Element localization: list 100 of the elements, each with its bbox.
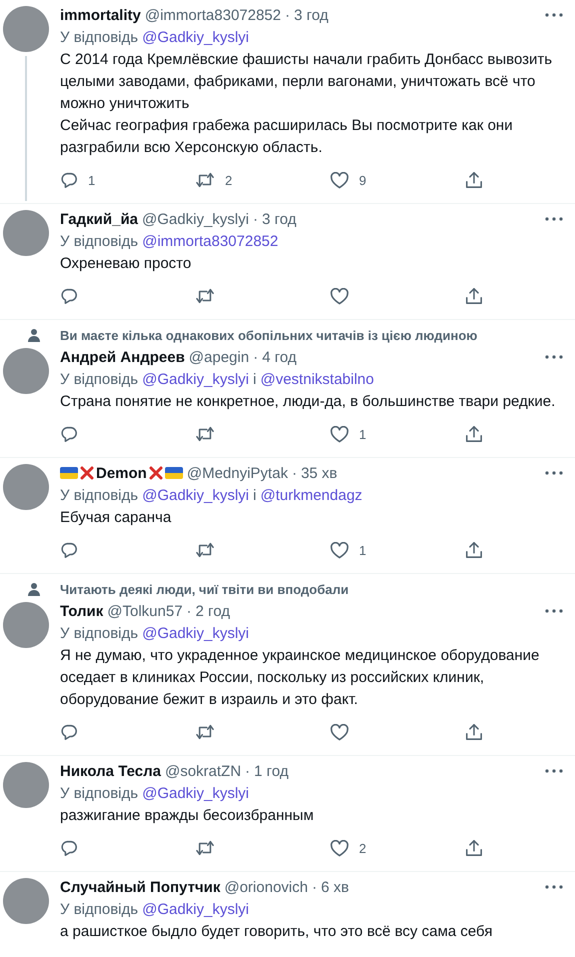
tweet-text: разжигание вражды бесоизбранным: [60, 806, 315, 826]
user-handle[interactable]: @apegin: [188, 348, 250, 366]
avatar[interactable]: [3, 878, 49, 924]
share-icon[interactable]: [465, 425, 483, 443]
conjunction-text: і: [253, 371, 256, 388]
share-icon[interactable]: [465, 171, 483, 189]
share-icon[interactable]: [465, 287, 483, 305]
user-name[interactable]: immortality: [60, 6, 141, 24]
heart-icon[interactable]: [330, 542, 349, 558]
reply-label: У відповідь: [60, 785, 138, 802]
separator-dot: ·: [285, 6, 290, 24]
user-handle[interactable]: @sokratZN: [164, 762, 242, 780]
reply-icon[interactable]: [60, 287, 78, 305]
reply-icon[interactable]: [60, 541, 78, 559]
timestamp[interactable]: 3 год: [262, 210, 296, 228]
avatar[interactable]: [3, 762, 49, 808]
user-handle[interactable]: @Gadkiy_kyslyi: [142, 210, 249, 228]
reply-label: У відповідь: [60, 487, 138, 504]
cross-icon: [148, 466, 163, 480]
more-icon[interactable]: [545, 609, 563, 613]
mention-link[interactable]: @immorta83072852: [142, 233, 278, 250]
user-name[interactable]: Андрей Андреев: [60, 348, 185, 366]
avatar[interactable]: [3, 464, 49, 510]
retweet-icon[interactable]: [195, 541, 215, 559]
reply-icon[interactable]: [60, 425, 78, 443]
retweet-count: 2: [225, 172, 232, 188]
flag-icon: [164, 467, 183, 479]
mention-link[interactable]: @Gadkiy_kyslyi: [142, 785, 250, 802]
user-handle[interactable]: @immorta83072852: [144, 6, 281, 24]
separator-dot: ·: [252, 210, 258, 228]
flag-icon: [60, 467, 78, 479]
heart-icon[interactable]: [330, 426, 349, 442]
social-context-text: Читають деякі люди, чиї твіти ви вподобали: [60, 582, 349, 596]
mention-link[interactable]: @Gadkiy_kyslyi: [142, 625, 250, 642]
reply-label: У відповідь: [60, 901, 138, 918]
reply-label: У відповідь: [60, 371, 138, 388]
timestamp[interactable]: 35 хв: [300, 464, 338, 482]
reply-count: 1: [88, 172, 96, 188]
mention-link[interactable]: @Gadkiy_kyslyi: [142, 29, 250, 46]
reply-icon[interactable]: [60, 723, 78, 741]
avatar[interactable]: [3, 602, 49, 648]
timestamp[interactable]: 1 год: [254, 762, 288, 780]
tweet-text: Ебучая саранча: [60, 508, 172, 528]
more-icon[interactable]: [545, 471, 563, 475]
mention-link[interactable]: @Gadkiy_kyslyi: [142, 487, 250, 504]
timestamp[interactable]: 3 год: [294, 6, 328, 24]
mention-link[interactable]: @vestnikstabilno: [260, 371, 374, 388]
share-icon[interactable]: [465, 723, 483, 741]
retweet-icon[interactable]: [195, 287, 215, 305]
timestamp[interactable]: 4 год: [262, 348, 296, 366]
separator-dot: ·: [312, 878, 317, 896]
mention-link[interactable]: @Gadkiy_kyslyi: [142, 901, 250, 918]
like-count: 9: [359, 172, 366, 188]
user-handle[interactable]: @MednyiPytak: [186, 464, 288, 482]
more-icon[interactable]: [545, 13, 563, 17]
reply-label: У відповідь: [60, 29, 138, 46]
user-name[interactable]: Никола Тесла: [60, 762, 161, 780]
avatar[interactable]: [3, 348, 49, 394]
separator-dot: ·: [292, 464, 297, 482]
mention-link[interactable]: @turkmendagz: [260, 487, 362, 504]
person-icon: [27, 328, 41, 342]
heart-icon[interactable]: [330, 840, 349, 856]
user-name[interactable]: Толик: [60, 602, 104, 620]
person-icon: [27, 582, 41, 596]
tweet-text: Охреневаю просто: [60, 254, 192, 274]
tweet-text: Я не думаю, что украденное украинское медицинское оборудование оседает в клиниках России, поскольку из российских клиник, оборудование бежит в израиль и это факт.: [60, 646, 540, 710]
heart-icon[interactable]: [330, 172, 349, 188]
social-context-text: Ви маєте кілька однакових обопільних читачів із цією людиною: [60, 328, 478, 342]
reply-icon[interactable]: [60, 171, 78, 189]
user-name[interactable]: Гадкий_йа: [60, 210, 138, 228]
user-handle[interactable]: @orionovich: [224, 878, 308, 896]
share-icon[interactable]: [465, 839, 483, 857]
avatar[interactable]: [3, 210, 49, 256]
separator-dot: ·: [253, 348, 258, 366]
more-icon[interactable]: [545, 355, 563, 359]
retweet-icon[interactable]: [195, 723, 215, 741]
user-name[interactable]: Случайный Попутчик: [60, 878, 220, 896]
more-icon[interactable]: [545, 217, 563, 221]
timestamp[interactable]: 6 хв: [320, 878, 349, 896]
like-count: 1: [359, 542, 366, 558]
retweet-icon[interactable]: [195, 839, 215, 857]
retweet-icon[interactable]: [195, 171, 215, 189]
mention-link[interactable]: @Gadkiy_kyslyi: [142, 371, 250, 388]
share-icon[interactable]: [465, 541, 483, 559]
like-count: 1: [359, 426, 366, 442]
reply-label: У відповідь: [60, 625, 138, 642]
heart-icon[interactable]: [330, 288, 349, 304]
retweet-icon[interactable]: [195, 425, 215, 443]
heart-icon[interactable]: [330, 724, 349, 740]
separator-dot: ·: [245, 762, 250, 780]
user-name[interactable]: Demon: [60, 464, 183, 482]
reply-label: У відповідь: [60, 233, 138, 250]
conjunction-text: і: [253, 487, 256, 504]
reply-icon[interactable]: [60, 839, 78, 857]
user-handle[interactable]: @Tolkun57: [107, 602, 183, 620]
timestamp[interactable]: 2 год: [196, 602, 230, 620]
like-count: 2: [359, 840, 366, 856]
more-icon[interactable]: [545, 769, 563, 773]
more-icon[interactable]: [545, 885, 563, 889]
avatar[interactable]: [3, 6, 49, 52]
